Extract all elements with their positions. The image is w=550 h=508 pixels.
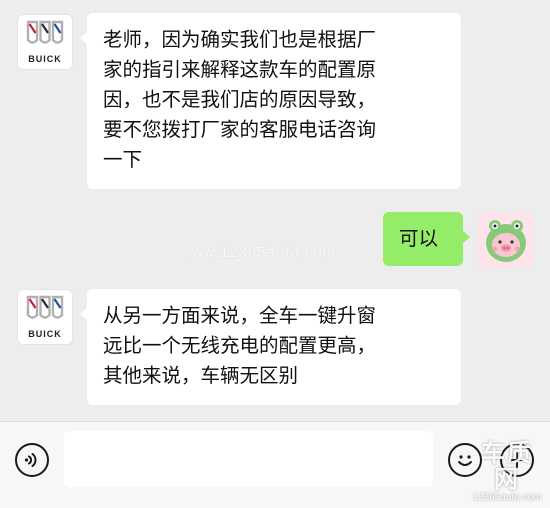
corner-watermark-logo: 车质网 12365auto.com [470,440,544,504]
buick-tri-shield-icon [26,295,64,319]
buick-avatar[interactable]: BUICK [17,289,73,345]
message-text-line: 其他来说，车辆无区别 [103,364,299,387]
chat-area[interactable]: BUICK 老师，因为确实我们也是根据厂 家的指引来解释这款车的配置原 因，也不… [0,0,550,421]
buick-wordmark: BUICK [28,329,62,339]
watermark-text: www.12365auto.com [180,244,337,261]
message-text-line: 远比一个无线充电的配置更高， [103,334,377,357]
incoming-message-bubble[interactable]: 从另一方面来说，全车一键升窗 远比一个无线充电的配置更高， 其他来说，车辆无区别 [80,289,461,405]
incoming-message-bubble[interactable]: 老师，因为确实我们也是根据厂 家的指引来解释这款车的配置原 因，也不是我们店的原… [80,13,461,189]
message-text-line: 因，也不是我们店的原因导致， [103,88,377,111]
voice-button[interactable] [15,443,49,477]
input-bar: 车质网 12365auto.com [0,421,550,508]
message-text-line: 老师，因为确实我们也是根据厂 [103,28,377,51]
pig-frog-avatar-icon [486,220,526,262]
corner-logo-title: 车质网 [481,439,533,493]
voice-icon [24,453,37,467]
message-text-line: 家的指引来解释这款车的配置原 [103,58,377,81]
message-text-line: 从另一方面来说，全车一键升窗 [103,304,377,327]
user-avatar[interactable] [478,212,534,268]
message-text-line: 可以 [399,227,439,250]
buick-avatar[interactable]: BUICK [17,14,73,70]
buick-tri-shield-icon [26,20,64,44]
corner-logo-url: 12365auto.com [472,492,542,503]
buick-wordmark: BUICK [28,54,62,64]
message-text-line: 一下 [103,148,143,171]
outgoing-message-bubble[interactable]: 可以 [383,212,470,266]
message-input[interactable] [64,431,433,487]
message-text-line: 要不您拨打厂家的客服电话咨询 [103,118,377,141]
